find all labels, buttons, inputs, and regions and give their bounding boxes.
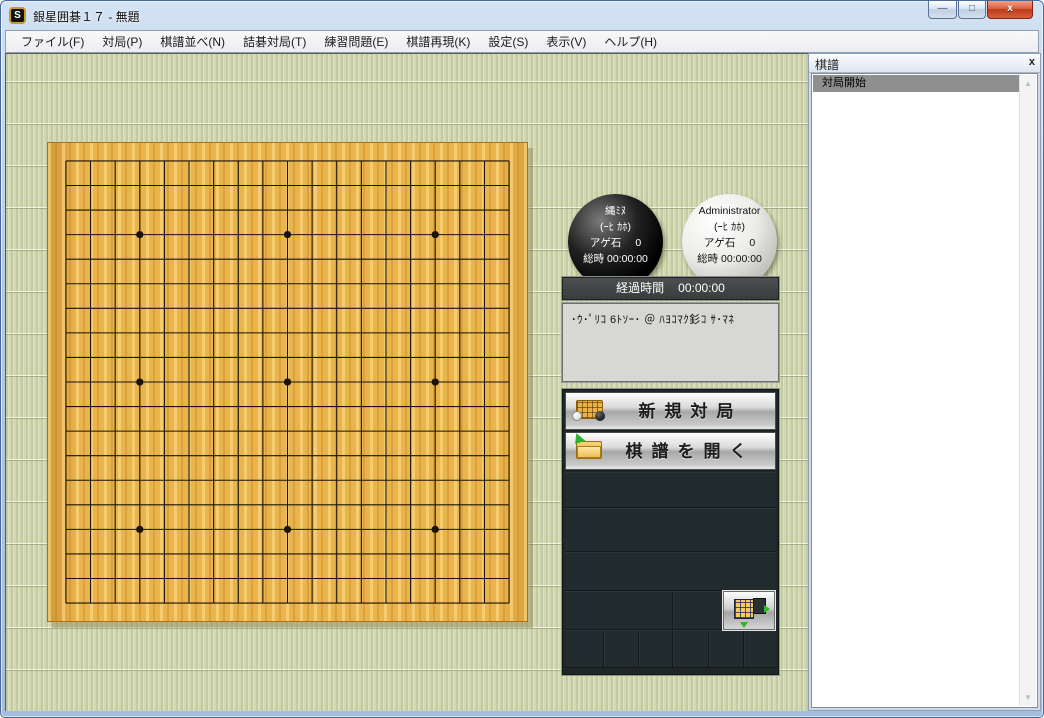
menu-practice[interactable]: 練習問題(E)	[315, 30, 397, 53]
green-arrow-down-icon	[740, 622, 748, 628]
menu-play[interactable]: 対局(P)	[93, 30, 151, 53]
kifu-item-game-start[interactable]: 対局開始	[813, 75, 1019, 92]
menu-help[interactable]: ヘルプ(H)	[595, 30, 666, 53]
open-kifu-button[interactable]: 棋譜を開く	[565, 432, 776, 470]
scroll-up-icon[interactable]: ▲	[1020, 75, 1036, 92]
kifu-move-list[interactable]: 対局開始 ▲ ▼	[811, 73, 1038, 708]
menu-tsumego[interactable]: 詰碁対局(T)	[234, 30, 315, 53]
white-total-time: 総時 00:00:00	[682, 251, 777, 267]
panel-slot	[565, 508, 776, 552]
white-player-rank: (ｰﾋ ｶﾎ)	[682, 219, 777, 235]
board-grid	[48, 143, 527, 621]
black-player-name: 縄ﾐﾇ	[568, 203, 663, 219]
white-player-name: Administrator	[682, 203, 777, 219]
menu-bar: ファイル(F) 対局(P) 棋譜並べ(N) 詰碁対局(T) 練習問題(E) 棋譜…	[5, 30, 1039, 53]
panel-slot	[565, 552, 776, 591]
kifu-scrollbar[interactable]: ▲ ▼	[1019, 75, 1036, 706]
minimize-button[interactable]: —	[928, 1, 957, 19]
white-captures: アゲ石0	[682, 235, 777, 251]
panel-slot	[565, 472, 776, 508]
message-text: ･ｳ･ﾟﾘｺ 6ﾄｿｰ･ ＠ ﾊﾖｺﾏｸ釤ｺ ｻ･ﾏﾈ	[571, 314, 734, 326]
close-button[interactable]: x	[987, 1, 1033, 19]
kifu-panel: 棋譜 x 対局開始 ▲ ▼	[808, 53, 1041, 711]
maximize-button[interactable]: □	[958, 1, 986, 19]
menu-kifu-playback[interactable]: 棋譜再現(K)	[397, 30, 479, 53]
elapsed-label: 経過時間	[616, 281, 664, 295]
black-captures: アゲ石0	[568, 235, 663, 251]
white-player-info: Administrator (ｰﾋ ｶﾎ) アゲ石0 総時 00:00:00	[682, 194, 777, 289]
black-total-time: 総時 00:00:00	[568, 251, 663, 267]
app-window: S 銀星囲碁１７ - 無題 — □ x ファイル(F) 対局(P) 棋譜並べ(N…	[0, 0, 1044, 718]
black-player-info: 縄ﾐﾇ (ｰﾋ ｶﾎ) アゲ石0 総時 00:00:00	[568, 194, 663, 289]
message-box: ･ｳ･ﾟﾘｺ 6ﾄｿｰ･ ＠ ﾊﾖｺﾏｸ釤ｺ ｻ･ﾏﾈ	[562, 303, 779, 382]
board-window-button[interactable]	[723, 591, 775, 630]
control-panel: 新規対局 棋譜を開く	[562, 389, 779, 675]
kifu-close-icon[interactable]: x	[1029, 56, 1035, 68]
menu-settings[interactable]: 設定(S)	[479, 30, 537, 53]
kifu-panel-header: 棋譜 x	[809, 54, 1040, 73]
open-folder-icon	[576, 441, 602, 459]
elapsed-value: 00:00:00	[678, 281, 725, 295]
mini-goban-icon	[734, 599, 754, 619]
kifu-panel-title: 棋譜	[815, 56, 839, 73]
app-icon: S	[9, 7, 26, 24]
green-arrow-right-icon	[764, 605, 770, 613]
menu-kifu-replay[interactable]: 棋譜並べ(N)	[151, 30, 234, 53]
elapsed-time-bar: 経過時間 00:00:00	[562, 277, 779, 300]
go-board[interactable]	[47, 142, 528, 622]
title-bar[interactable]: S 銀星囲碁１７ - 無題 — □ x	[1, 1, 1043, 30]
menu-view[interactable]: 表示(V)	[537, 30, 595, 53]
scroll-down-icon[interactable]: ▼	[1020, 689, 1036, 706]
new-game-button[interactable]: 新規対局	[565, 392, 776, 430]
goban-stones-icon	[576, 400, 603, 419]
panel-slot	[565, 630, 776, 668]
menu-file[interactable]: ファイル(F)	[12, 30, 93, 53]
main-area: 縄ﾐﾇ (ｰﾋ ｶﾎ) アゲ石0 総時 00:00:00 Administrat…	[5, 53, 808, 711]
black-player-rank: (ｰﾋ ｶﾎ)	[568, 219, 663, 235]
window-title: 銀星囲碁１７ - 無題	[33, 8, 140, 25]
